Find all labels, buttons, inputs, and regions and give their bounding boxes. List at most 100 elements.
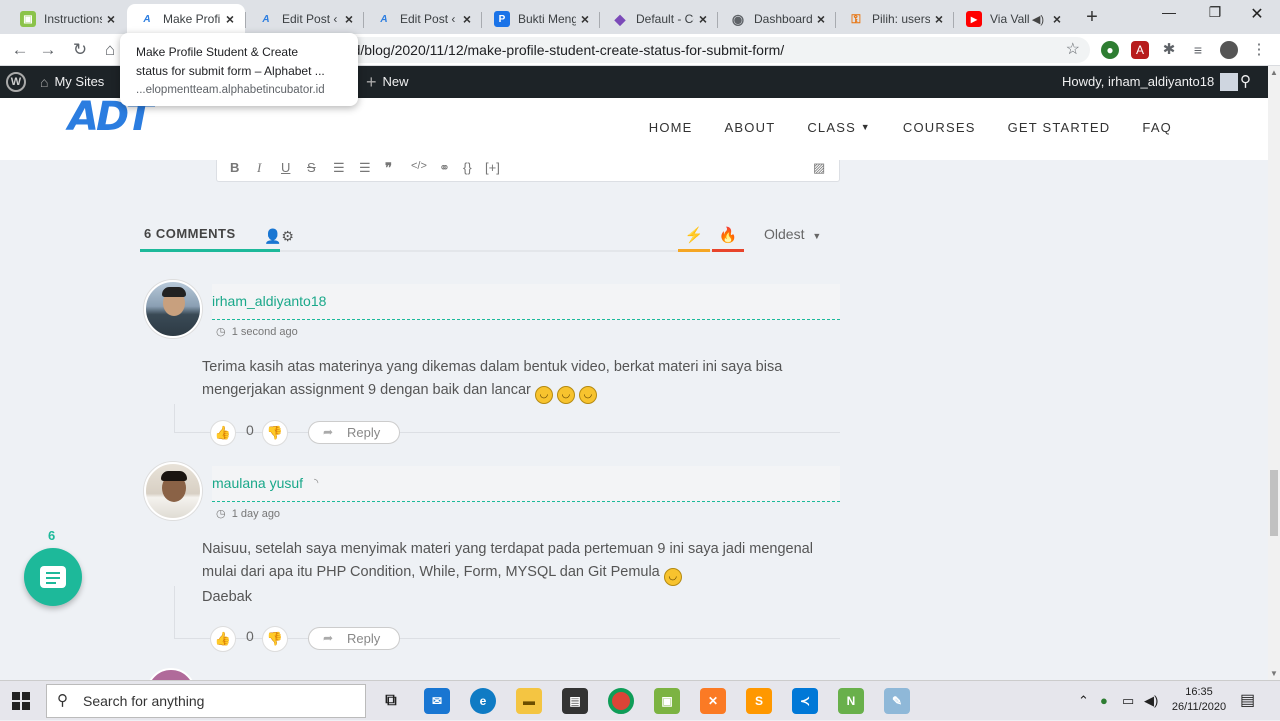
thumbs-up-icon[interactable]: 👍 xyxy=(210,420,236,446)
close-window-button[interactable]: ✕ xyxy=(1234,4,1280,26)
close-tab-icon[interactable]: × xyxy=(221,11,239,27)
reply-button[interactable]: ➦ Reply xyxy=(308,421,400,444)
forward-arrow-icon[interactable]: → xyxy=(36,38,60,62)
reply-button[interactable]: ➦ Reply xyxy=(308,627,400,650)
tray-globe-icon[interactable]: ● xyxy=(1100,681,1108,721)
browser-menu-icon[interactable]: ⋮ xyxy=(1250,41,1268,59)
browser-tab[interactable]: P Bukti Meng × xyxy=(482,4,600,34)
my-account-menu[interactable]: Howdy, irham_aldiyanto18 xyxy=(1062,66,1239,98)
browser-tab[interactable]: ◆ Default - Co × xyxy=(600,4,718,34)
browser-tab[interactable]: A Edit Post ‹ A × xyxy=(364,4,482,34)
new-content-menu[interactable]: + New xyxy=(366,66,409,98)
italic-icon[interactable]: I xyxy=(257,160,261,176)
system-clock[interactable]: 16:35 26/11/2020 xyxy=(1168,685,1230,715)
nav-get-started[interactable]: GET STARTED xyxy=(1008,120,1111,135)
close-tab-icon[interactable]: × xyxy=(576,11,594,27)
browser-tab[interactable]: ▶ Via Vall ◀) × xyxy=(954,4,1072,34)
comment-count-tab[interactable]: 6 COMMENTS xyxy=(140,226,280,252)
underline-icon[interactable]: U xyxy=(281,160,290,175)
unordered-list-icon[interactable]: ☰ xyxy=(359,160,371,176)
chrome-icon[interactable] xyxy=(608,688,634,714)
vscode-icon[interactable]: ≺ xyxy=(792,688,818,714)
tooltip-title-line1: Make Profile Student & Create xyxy=(136,45,299,59)
subscribers-icon[interactable]: 👤⚙ xyxy=(264,228,294,245)
minimize-button[interactable]: — xyxy=(1146,4,1192,26)
code-block-icon[interactable]: {} xyxy=(463,160,472,175)
flame-icon[interactable]: 🔥 xyxy=(712,226,744,252)
close-tab-icon[interactable]: × xyxy=(102,11,120,27)
tooltip-domain: ...elopmentteam.alphabetincubator.id xyxy=(136,84,325,96)
speaker-icon[interactable]: ◀) xyxy=(1032,13,1044,26)
extension-pdf-icon[interactable]: A xyxy=(1131,41,1149,59)
profile-avatar[interactable] xyxy=(1220,41,1238,59)
blockquote-icon[interactable]: ❞ xyxy=(385,160,392,176)
volume-icon[interactable]: ◀) xyxy=(1144,681,1158,721)
edge-icon[interactable]: e xyxy=(470,688,496,714)
scrollbar-thumb[interactable] xyxy=(1270,470,1278,536)
browser-tab[interactable]: ⚿ Pilih: users × xyxy=(836,4,954,34)
nav-faq[interactable]: FAQ xyxy=(1142,120,1172,135)
bookmark-star-icon[interactable]: ☆ xyxy=(1066,37,1080,63)
browser-tab[interactable]: ◉ Dashboard × xyxy=(718,4,836,34)
nav-about[interactable]: ABOUT xyxy=(725,120,776,135)
xampp-icon[interactable]: ✕ xyxy=(700,688,726,714)
lightning-icon[interactable]: ⚡ xyxy=(678,226,710,252)
task-view-icon[interactable]: ⧉ xyxy=(378,688,404,714)
thumbs-down-icon[interactable]: 👎 xyxy=(262,420,288,446)
avatar[interactable] xyxy=(144,280,202,338)
strikethrough-icon[interactable]: S xyxy=(307,160,316,175)
paint-icon[interactable]: ✎ xyxy=(884,688,910,714)
taskbar-search-box[interactable]: ⚲ Search for anything xyxy=(46,684,366,718)
close-tab-icon[interactable]: × xyxy=(340,11,358,27)
back-arrow-icon[interactable]: ← xyxy=(8,38,32,62)
thumbs-up-icon[interactable]: 👍 xyxy=(210,626,236,652)
scroll-down-arrow-icon[interactable]: ▼ xyxy=(1270,669,1278,678)
tray-overflow-chevron-icon[interactable]: ⌃ xyxy=(1078,681,1089,721)
close-tab-icon[interactable]: × xyxy=(812,11,830,27)
close-tab-icon[interactable]: × xyxy=(458,11,476,27)
close-tab-icon[interactable]: × xyxy=(694,11,712,27)
file-explorer-icon[interactable]: ▬ xyxy=(516,688,542,714)
sublime-text-icon[interactable]: S xyxy=(746,688,772,714)
code-icon[interactable]: </> xyxy=(411,160,427,172)
scroll-up-arrow-icon[interactable]: ▲ xyxy=(1270,68,1278,77)
new-tab-button[interactable]: + xyxy=(1080,6,1104,30)
avatar[interactable] xyxy=(144,462,202,520)
notepadpp-icon[interactable]: N xyxy=(838,688,864,714)
ordered-list-icon[interactable]: ☰ xyxy=(333,160,345,176)
page-scrollbar[interactable]: ▲ ▼ xyxy=(1268,66,1280,680)
thumbs-down-icon[interactable]: 👎 xyxy=(262,626,288,652)
avatar[interactable] xyxy=(146,668,196,680)
search-icon[interactable]: ⚲ xyxy=(1240,66,1251,98)
close-tab-icon[interactable]: × xyxy=(930,11,948,27)
smile-emoji-icon: ◡ xyxy=(534,386,553,404)
wordpress-logo-icon[interactable]: W xyxy=(6,66,26,98)
windows-start-icon[interactable] xyxy=(12,692,30,710)
maximize-button[interactable]: ❐ xyxy=(1192,4,1238,26)
image-upload-icon[interactable]: ▨ xyxy=(813,160,825,176)
browser-tab[interactable]: A Edit Post ‹ A × xyxy=(246,4,364,34)
browser-tab[interactable]: ▣ Instructions × xyxy=(8,4,126,34)
extension-globe-icon[interactable]: ● xyxy=(1101,41,1119,59)
comment-author[interactable]: maulana yusuf xyxy=(212,475,303,491)
extensions-puzzle-icon[interactable]: ✱ xyxy=(1160,41,1178,59)
nav-class[interactable]: CLASS ▼ xyxy=(807,120,871,135)
spoiler-icon[interactable]: [+] xyxy=(485,160,500,175)
mail-icon[interactable]: ✉ xyxy=(424,688,450,714)
close-tab-icon[interactable]: × xyxy=(1048,11,1066,27)
android-studio-icon[interactable]: ▣ xyxy=(654,688,680,714)
home-icon[interactable]: ⌂ xyxy=(98,38,122,62)
comment-bubble-button[interactable] xyxy=(24,548,82,606)
notifications-icon[interactable]: ▤ xyxy=(1240,681,1255,721)
sort-dropdown[interactable]: Oldest ▼ xyxy=(744,226,840,252)
reload-icon[interactable]: ↻ xyxy=(68,38,92,62)
reading-list-icon[interactable]: ≡ xyxy=(1189,41,1207,59)
link-icon[interactable]: ⚭ xyxy=(439,160,450,176)
comment-author[interactable]: irham_aldiyanto18 xyxy=(212,293,326,309)
store-icon[interactable]: ▤ xyxy=(562,688,588,714)
bold-icon[interactable]: B xyxy=(230,160,239,175)
network-icon[interactable]: ▭ xyxy=(1122,681,1134,721)
browser-tab-active[interactable]: A Make Profile × xyxy=(127,4,245,34)
nav-home[interactable]: HOME xyxy=(649,120,693,135)
nav-courses[interactable]: COURSES xyxy=(903,120,976,135)
